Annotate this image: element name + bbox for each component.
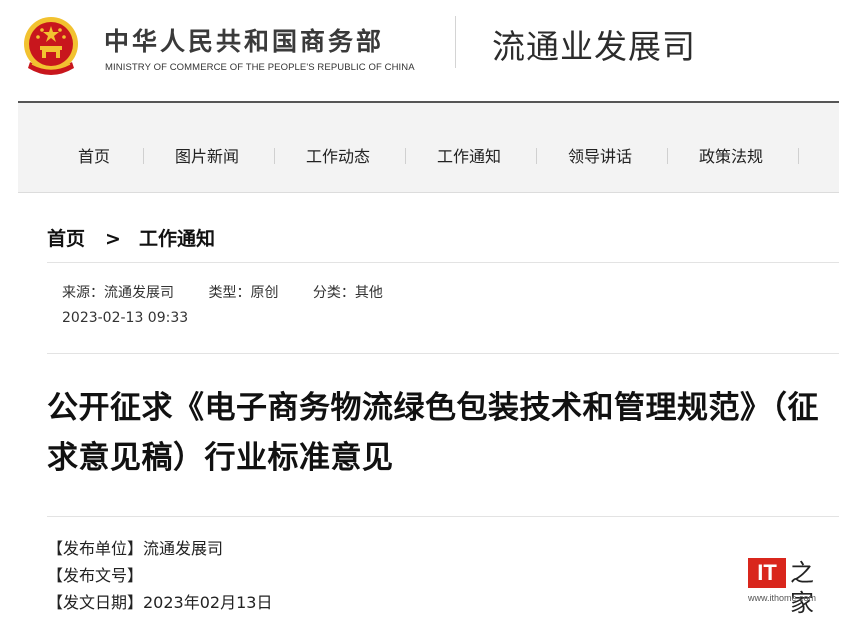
nav-item-policies[interactable]: 政策法规 (699, 143, 763, 167)
nav-item-work-notices[interactable]: 工作通知 (437, 143, 501, 167)
nav-item-leader-speeches[interactable]: 领导讲话 (568, 143, 632, 167)
nav-item-home[interactable]: 首页 (78, 143, 110, 167)
nav-separator (405, 148, 406, 164)
article-source: 来源：流通发展司 (62, 285, 174, 301)
ithome-watermark: IT 之家 www.ithome.com (748, 558, 830, 617)
nav-separator (667, 148, 668, 164)
nav-item-photo-news[interactable]: 图片新闻 (175, 143, 239, 167)
divider (47, 353, 839, 354)
department-name[interactable]: 流通业发展司 (492, 20, 696, 68)
ithome-logo-icon: IT (748, 558, 786, 588)
site-header: 中华人民共和国商务部 MINISTRY OF COMMERCE OF THE P… (0, 0, 866, 102)
ministry-name: 中华人民共和国商务部 (104, 27, 385, 56)
ithome-logo-glyph: 之家 (790, 559, 814, 617)
breadcrumb-home-link[interactable]: 首页 (47, 224, 85, 251)
main-nav: 首页 图片新闻 工作动态 工作通知 领导讲话 政策法规 (18, 101, 839, 193)
article-meta: 来源：流通发展司 类型：原创 分类：其他 (62, 282, 413, 302)
divider (47, 516, 839, 517)
nav-separator (143, 148, 144, 164)
issue-date-line: 【发文日期】2023年02月13日 (47, 593, 273, 612)
article-type: 类型：原创 (208, 285, 279, 301)
article-category: 分类：其他 (312, 285, 383, 301)
publisher-line: 【发布单位】流通发展司 (47, 539, 224, 558)
article-datetime: 2023-02-13 09:33 (62, 310, 189, 326)
nav-separator (536, 148, 537, 164)
nav-item-work-updates[interactable]: 工作动态 (306, 143, 370, 167)
divider (47, 262, 839, 263)
breadcrumb: 首页 > 工作通知 (47, 224, 215, 251)
header-divider (455, 16, 456, 68)
doc-number-line: 【发布文号】 (47, 566, 144, 585)
article-title: 公开征求《电子商务物流绿色包装技术和管理规范》（征求意见稿）行业标准意见 (47, 390, 819, 476)
nav-separator (274, 148, 275, 164)
ministry-name-en: MINISTRY OF COMMERCE OF THE PEOPLE'S REP… (105, 62, 415, 73)
breadcrumb-separator: > (105, 228, 121, 250)
ithome-url: www.ithome.com (748, 593, 817, 603)
nav-separator (798, 148, 799, 164)
national-emblem-icon[interactable] (22, 14, 80, 80)
breadcrumb-current-link[interactable]: 工作通知 (139, 224, 215, 251)
